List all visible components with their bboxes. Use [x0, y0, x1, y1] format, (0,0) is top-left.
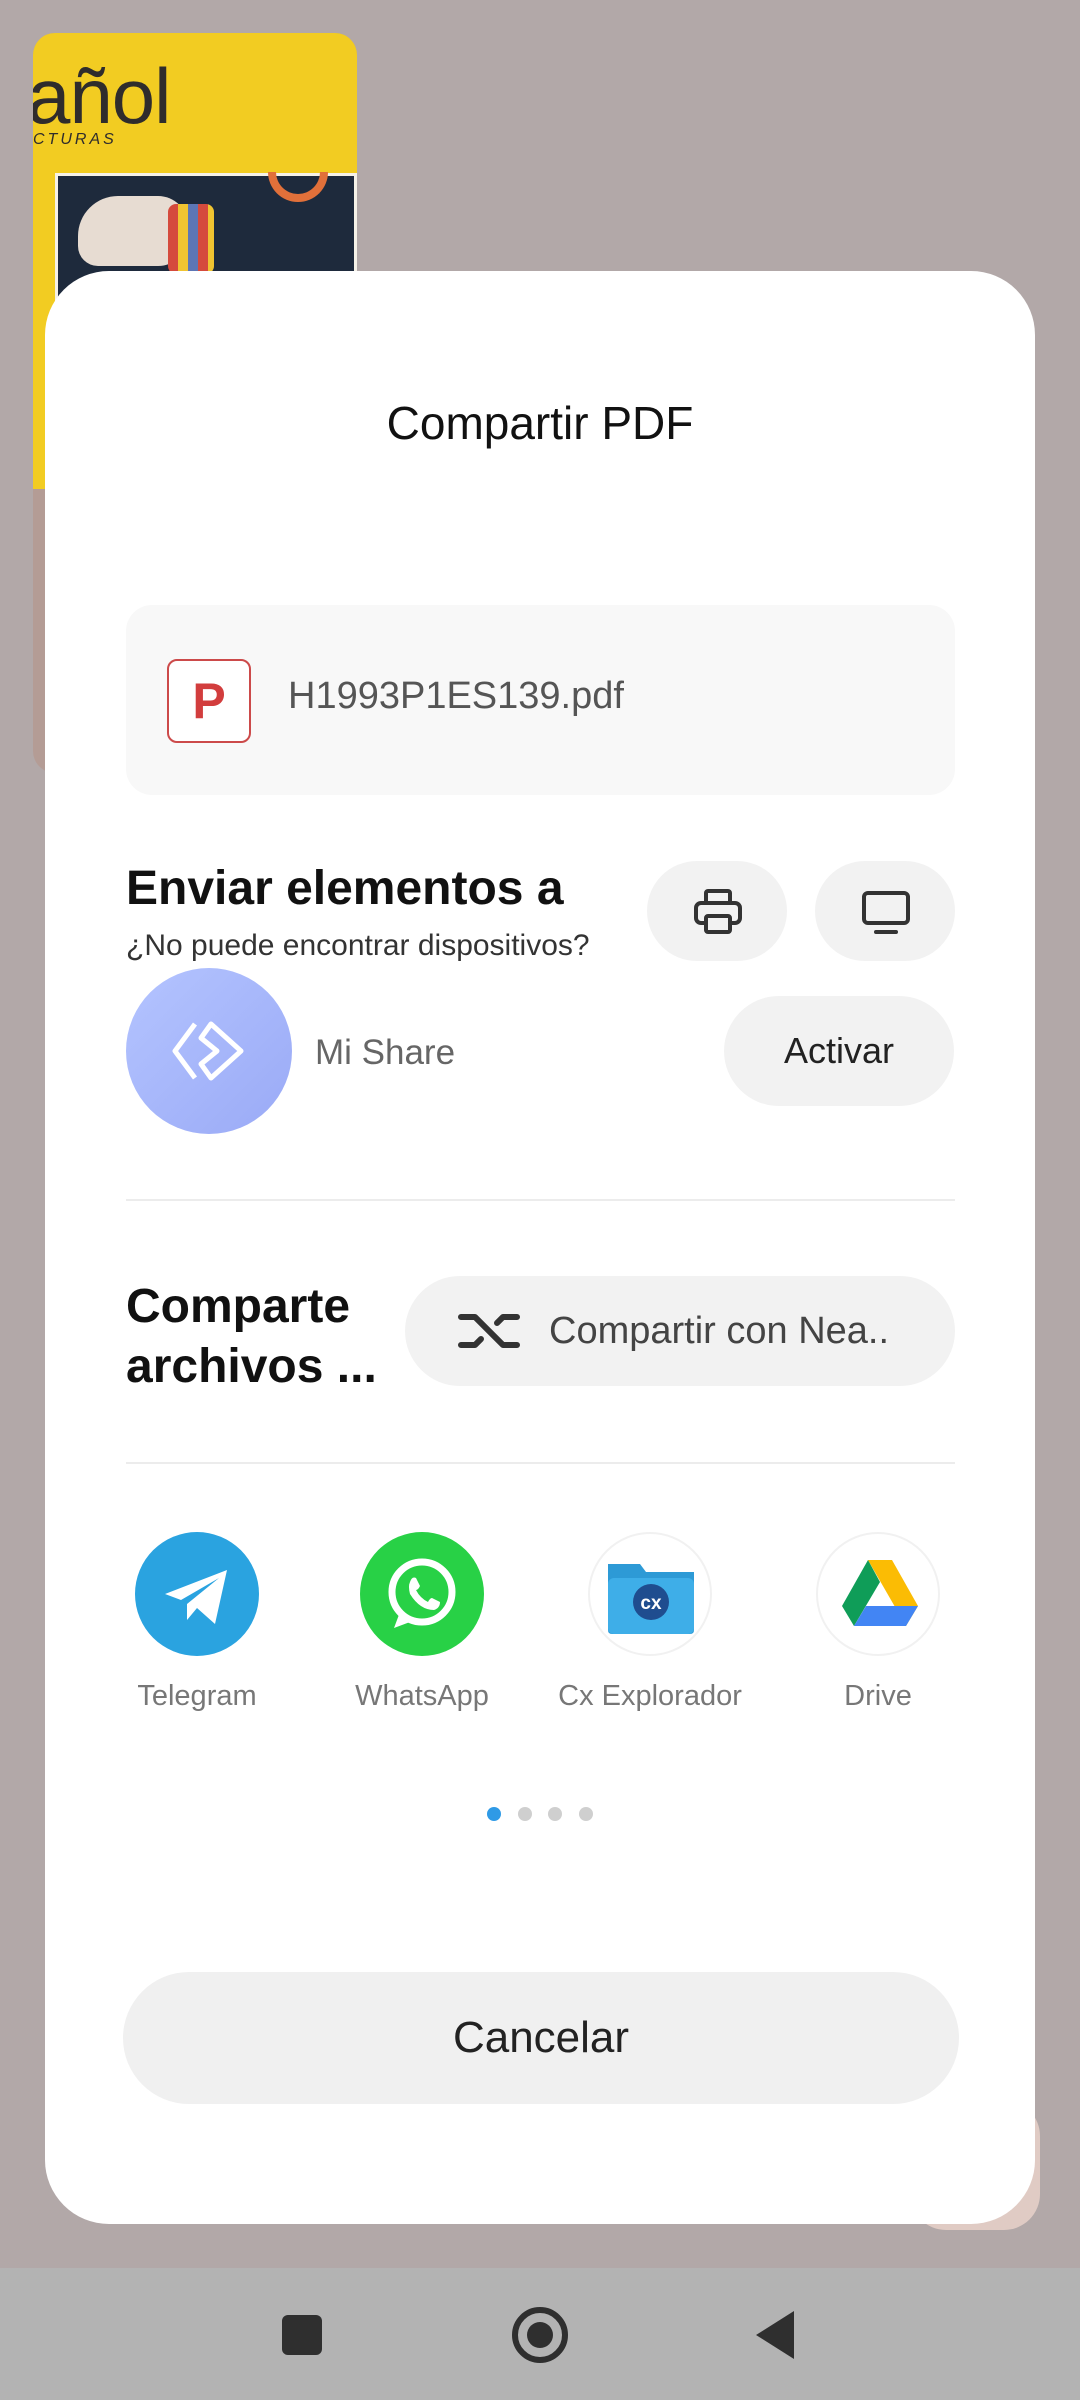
nearby-share-label: Compartir con Nea..: [549, 1310, 890, 1352]
svg-text:cx: cx: [640, 1593, 662, 1614]
recent-apps-icon[interactable]: [282, 2315, 322, 2355]
app-drive[interactable]: Drive: [778, 1532, 978, 1714]
mi-share-logo-icon: [172, 1021, 244, 1081]
app-telegram[interactable]: Telegram: [97, 1532, 297, 1714]
cast-screen-button[interactable]: [815, 861, 955, 961]
share-files-heading: Comparte archivos ...: [126, 1280, 377, 1393]
book-cover-subtitle: CTURAS: [33, 131, 117, 148]
mi-share-label: Mi Share: [315, 1033, 456, 1072]
printer-icon: [694, 889, 742, 934]
nearby-share-icon: [458, 1314, 520, 1348]
back-icon[interactable]: [756, 2311, 794, 2359]
drive-triangle-icon: [842, 1560, 918, 1626]
page-dot: [517, 1807, 532, 1821]
divider: [126, 1199, 955, 1201]
telegram-icon: [135, 1532, 259, 1656]
page-indicator: [45, 1807, 1035, 1826]
page-dot-active: [487, 1807, 502, 1821]
share-sheet: Compartir PDF P H1993P1ES139.pdf Enviar …: [45, 271, 1035, 2224]
app-label: WhatsApp: [355, 1680, 489, 1712]
stripes-illustration: [168, 204, 214, 274]
page-dot: [548, 1807, 563, 1821]
whatsapp-icon: [360, 1532, 484, 1656]
mi-share-icon: [126, 968, 292, 1134]
app-grid: Telegram WhatsApp cx Cx Explorador Drive: [45, 1532, 1035, 1782]
app-label: Telegram: [137, 1680, 257, 1712]
cancel-button[interactable]: Cancelar: [123, 1972, 959, 2104]
nearby-share-button[interactable]: Compartir con Nea..: [405, 1276, 955, 1386]
cx-folder-icon: cx: [608, 1564, 694, 1634]
home-icon[interactable]: [512, 2307, 568, 2363]
divider: [126, 1462, 955, 1464]
book-cover-title: añol: [33, 52, 171, 140]
send-items-heading: Enviar elementos a: [126, 862, 564, 915]
file-name: H1993P1ES139.pdf: [288, 675, 624, 717]
ring-illustration: [268, 172, 328, 202]
app-whatsapp[interactable]: WhatsApp: [322, 1532, 522, 1714]
system-navigation-bar: [0, 2268, 1080, 2400]
google-drive-icon: [816, 1532, 940, 1656]
sheet-title: Compartir PDF: [386, 397, 694, 449]
activate-button[interactable]: Activar: [724, 996, 954, 1106]
app-label: Drive: [844, 1680, 912, 1712]
cannot-find-devices-link[interactable]: ¿No puede encontrar dispositivos?: [126, 929, 590, 963]
pdf-file-icon: P: [167, 659, 251, 743]
cx-explorer-icon: cx: [588, 1532, 712, 1656]
telegram-plane-icon: [165, 1570, 227, 1624]
print-button[interactable]: [647, 861, 787, 961]
page-dot: [578, 1807, 593, 1821]
monitor-icon: [862, 891, 910, 934]
whatsapp-logo-icon: [388, 1558, 456, 1628]
app-label: Cx Explorador: [558, 1680, 742, 1712]
app-cx-explorer[interactable]: cx Cx Explorador: [550, 1532, 750, 1714]
